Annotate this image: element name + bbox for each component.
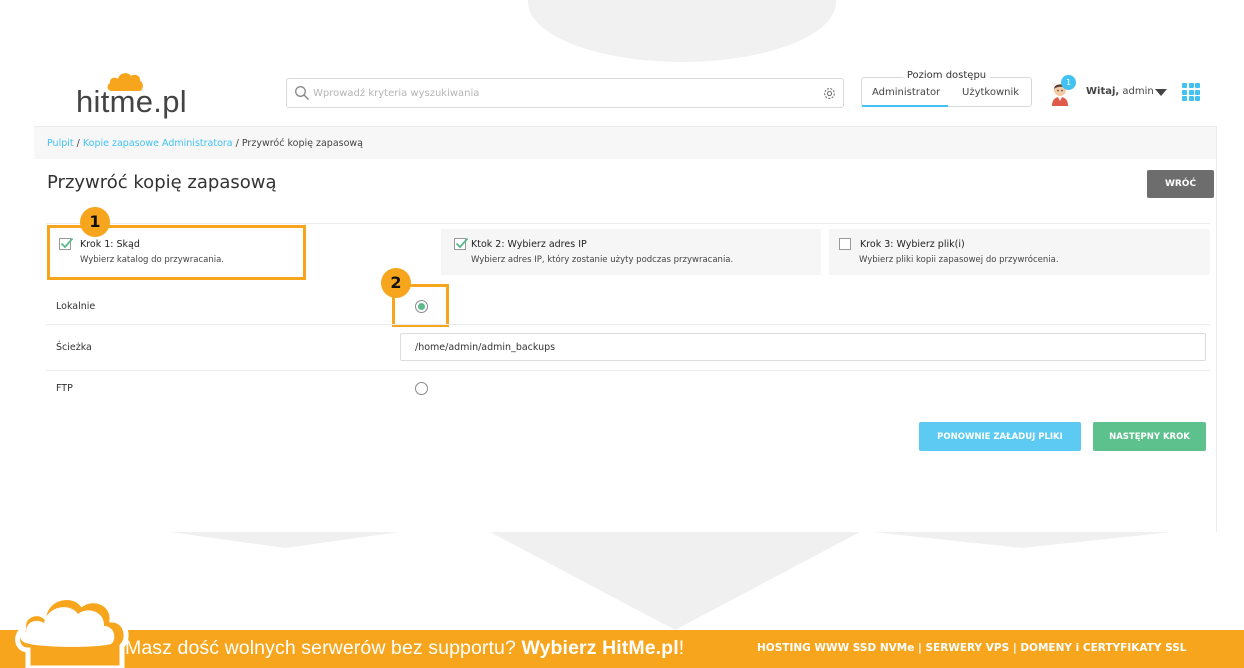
access-level-title: Poziom dostępu <box>902 70 991 81</box>
cloud-icon <box>15 595 129 668</box>
local-label: Lokalnie <box>56 301 96 312</box>
steps-divider <box>46 223 1210 224</box>
path-label: Ścieżka <box>56 342 92 353</box>
step-2[interactable]: Ktok 2: Wybierz adres IP Wybierz adres I… <box>441 229 821 275</box>
step-3-checkbox <box>839 238 851 250</box>
logo-text: hitme.pl <box>76 84 187 119</box>
gear-icon[interactable] <box>822 86 837 101</box>
tab-user[interactable]: Użytkownik <box>962 87 1019 98</box>
tab-administrator[interactable]: Administrator <box>872 87 940 98</box>
back-button[interactable]: WRÓĆ <box>1147 170 1214 198</box>
local-radio[interactable] <box>415 300 428 313</box>
checkmark-icon <box>455 237 469 249</box>
next-step-button[interactable]: NASTĘPNY KROK <box>1093 422 1206 451</box>
step-2-checkbox <box>454 237 469 250</box>
notification-badge[interactable]: 1 <box>1061 75 1076 90</box>
breadcrumb-current: Przywróć kopię zapasową <box>241 138 363 149</box>
marker-2: 2 <box>381 268 411 298</box>
path-input[interactable] <box>400 333 1206 361</box>
step-2-subtitle: Wybierz adres IP, który zostanie użyty p… <box>471 255 734 265</box>
background-triangle-right <box>872 532 1172 548</box>
breadcrumb-bar: Pulpit / Kopie zapasowe Administratora /… <box>34 127 1216 159</box>
access-level-switch: Poziom dostępu Administrator Użytkownik <box>861 70 1032 107</box>
step-3-subtitle: Wybierz pliki kopii zapasowej do przywró… <box>859 255 1059 265</box>
search-icon <box>295 86 309 100</box>
background-triangle-center <box>490 532 860 630</box>
background-arc <box>528 0 836 62</box>
step-3-title: Krok 3: Wybierz plik(i) <box>860 239 965 250</box>
page-title: Przywróć kopię zapasową <box>47 172 277 193</box>
marker-1: 1 <box>80 207 110 237</box>
reload-files-button[interactable]: PONOWNIE ZAŁADUJ PLIKI <box>919 422 1081 451</box>
apps-grid-icon[interactable] <box>1182 83 1200 101</box>
row-divider <box>46 370 1210 371</box>
caret-down-icon[interactable] <box>1155 89 1167 96</box>
ftp-label: FTP <box>56 383 73 394</box>
step-3[interactable]: Krok 3: Wybierz plik(i) Wybierz pliki ko… <box>829 229 1210 275</box>
breadcrumb-link-backups[interactable]: Kopie zapasowe Administratora <box>83 138 233 149</box>
ftp-radio[interactable] <box>415 382 428 395</box>
search-input[interactable] <box>313 82 803 104</box>
breadcrumb-link-pulpit[interactable]: Pulpit <box>47 138 74 149</box>
user-greeting[interactable]: Witaj, admin <box>1086 86 1154 97</box>
row-divider <box>46 324 1210 325</box>
background-triangle-left <box>170 532 400 548</box>
promo-text: Masz dość wolnych serwerów bez supportu?… <box>125 637 685 659</box>
step-2-title: Ktok 2: Wybierz adres IP <box>471 239 587 250</box>
promo-services: HOSTING WWW SSD NVMe | SERWERY VPS | DOM… <box>757 642 1187 654</box>
hitme-logo[interactable]: hitme.pl <box>76 70 196 120</box>
panel-border <box>1216 126 1217 532</box>
breadcrumb: Pulpit / Kopie zapasowe Administratora /… <box>47 138 363 149</box>
active-tab-indicator <box>862 105 948 107</box>
search-box[interactable] <box>286 78 844 108</box>
